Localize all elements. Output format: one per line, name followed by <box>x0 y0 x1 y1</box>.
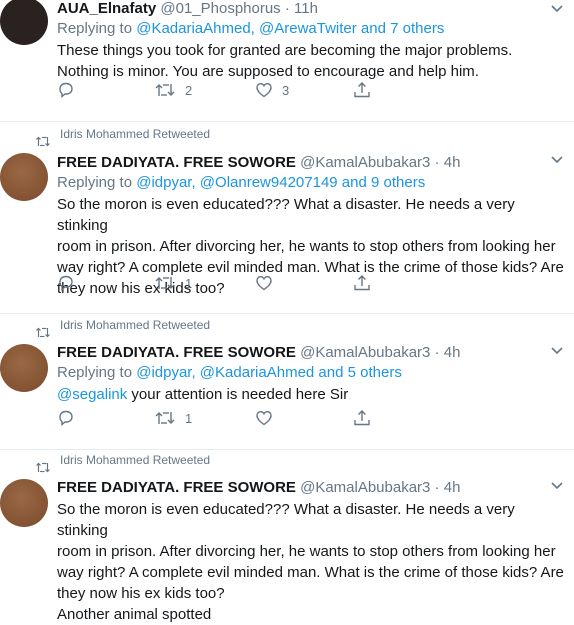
like-button[interactable] <box>255 274 273 292</box>
share-icon <box>354 275 370 291</box>
tweet-text: So the moron is even educated??? What a … <box>57 499 566 625</box>
reply-icon <box>59 410 73 426</box>
tweet-text-line: These things you took for granted are be… <box>57 42 513 59</box>
retweet-icon <box>36 136 50 147</box>
heart-icon <box>256 82 272 98</box>
replying-to-label: Replying to <box>57 20 137 37</box>
retweeted-by-label[interactable]: Idris Mohammed Retweeted <box>60 318 210 332</box>
display-name[interactable]: FREE DADIYATA. FREE SOWORE <box>57 479 296 496</box>
share-button[interactable] <box>353 409 371 427</box>
share-button[interactable] <box>353 81 371 99</box>
like-button[interactable] <box>255 409 273 427</box>
tweet-text: So the moron is even educated??? What a … <box>57 194 566 299</box>
heart-icon <box>256 275 272 291</box>
tweet-header: AUA_Elnafaty @01_Phosphorus · 11h <box>57 0 566 19</box>
replying-to: Replying to @KadariaAhmed, @ArewaTwiter … <box>57 19 566 39</box>
replying-to-label: Replying to <box>57 174 137 191</box>
avatar[interactable] <box>0 0 48 45</box>
replying-to-links[interactable]: @KadariaAhmed, @ArewaTwiter and 7 others <box>136 20 444 37</box>
avatar[interactable] <box>0 479 48 527</box>
reply-icon <box>59 275 73 291</box>
timestamp[interactable]: · 11h <box>285 0 318 17</box>
display-name[interactable]: FREE DADIYATA. FREE SOWORE <box>57 344 296 361</box>
replying-to: Replying to @idpyar, @Olanrew94207149 an… <box>57 173 566 193</box>
tweet-text-line: room in prison. After divorcing her, he … <box>57 238 556 255</box>
heart-icon <box>256 410 272 426</box>
display-name[interactable]: FREE DADIYATA. FREE SOWORE <box>57 154 296 171</box>
retweet-count: 1 <box>185 275 193 291</box>
tweet-text-line: Nothing is minor. You are supposed to en… <box>57 63 479 80</box>
tweet-text: @segalink your attention is needed here … <box>57 384 566 405</box>
user-handle[interactable]: @KamalAbubakar3 · 4h <box>300 154 460 171</box>
retweet-count: 2 <box>185 82 193 98</box>
share-button[interactable] <box>353 274 371 292</box>
tweet-text-line: Another animal spotted <box>57 606 212 623</box>
user-handle[interactable]: @KamalAbubakar3 · 4h <box>300 344 460 361</box>
tweet-text-line: So the moron is even educated??? What a … <box>57 501 515 539</box>
retweet-icon <box>36 327 50 338</box>
reply-button[interactable] <box>57 81 75 99</box>
tweet-header: FREE DADIYATA. FREE SOWORE @KamalAbubaka… <box>57 153 566 173</box>
share-icon <box>354 410 370 426</box>
user-handle[interactable]: @01_Phosphorus <box>160 0 280 17</box>
display-name[interactable]: AUA_Elnafaty <box>57 0 156 17</box>
share-icon <box>354 82 370 98</box>
replying-to-links[interactable]: @idpyar, @Olanrew94207149 and 9 others <box>136 174 425 191</box>
tweet-text-line: they now his ex kids too? <box>57 280 225 297</box>
retweeted-by-label[interactable]: Idris Mohammed Retweeted <box>60 453 210 467</box>
retweet-button[interactable]: 2 <box>154 81 192 99</box>
user-handle[interactable]: @KamalAbubakar3 · 4h <box>300 479 460 496</box>
retweet-icon <box>36 462 50 473</box>
tweet-header: FREE DADIYATA. FREE SOWORE @KamalAbubaka… <box>57 343 566 363</box>
tweet[interactable]: Idris Mohammed Retweeted FREE DADIYATA. … <box>0 450 574 623</box>
tweet-text-line: room in prison. After divorcing her, he … <box>57 543 556 560</box>
avatar[interactable] <box>0 344 48 392</box>
tweet[interactable]: Idris Mohammed Retweeted FREE DADIYATA. … <box>0 122 574 314</box>
replying-to-label: Replying to <box>57 364 137 381</box>
retweet-icon <box>155 84 175 96</box>
retweet-button[interactable]: 1 <box>154 409 192 427</box>
reply-button[interactable] <box>57 409 75 427</box>
like-count: 3 <box>282 82 290 98</box>
replying-to: Replying to @idpyar, @KadariaAhmed and 5… <box>57 363 566 383</box>
tweet-text-line: way right? A complete evil minded man. W… <box>57 564 564 581</box>
retweeted-by-label[interactable]: Idris Mohammed Retweeted <box>60 127 210 141</box>
tweet[interactable]: Idris Mohammed Retweeted FREE DADIYATA. … <box>0 314 574 450</box>
retweet-icon <box>155 277 175 289</box>
tweet-text-line: way right? A complete evil minded man. W… <box>57 259 564 276</box>
tweet[interactable]: AUA_Elnafaty @01_Phosphorus · 11h Replyi… <box>0 0 574 122</box>
tweet-text: These things you took for granted are be… <box>57 40 566 82</box>
retweet-button[interactable]: 1 <box>154 274 192 292</box>
avatar[interactable] <box>0 153 48 201</box>
tweet-text-line: So the moron is even educated??? What a … <box>57 196 515 234</box>
tweet-header: FREE DADIYATA. FREE SOWORE @KamalAbubaka… <box>57 478 566 498</box>
retweet-count: 1 <box>185 410 193 426</box>
mention-link[interactable]: @segalink <box>57 386 127 403</box>
like-button[interactable]: 3 <box>255 81 289 99</box>
reply-button[interactable] <box>57 274 75 292</box>
replying-to-links[interactable]: @idpyar, @KadariaAhmed and 5 others <box>136 364 402 381</box>
retweet-icon <box>155 412 175 424</box>
reply-icon <box>59 82 73 98</box>
tweet-text-line: your attention is needed here Sir <box>127 386 349 403</box>
